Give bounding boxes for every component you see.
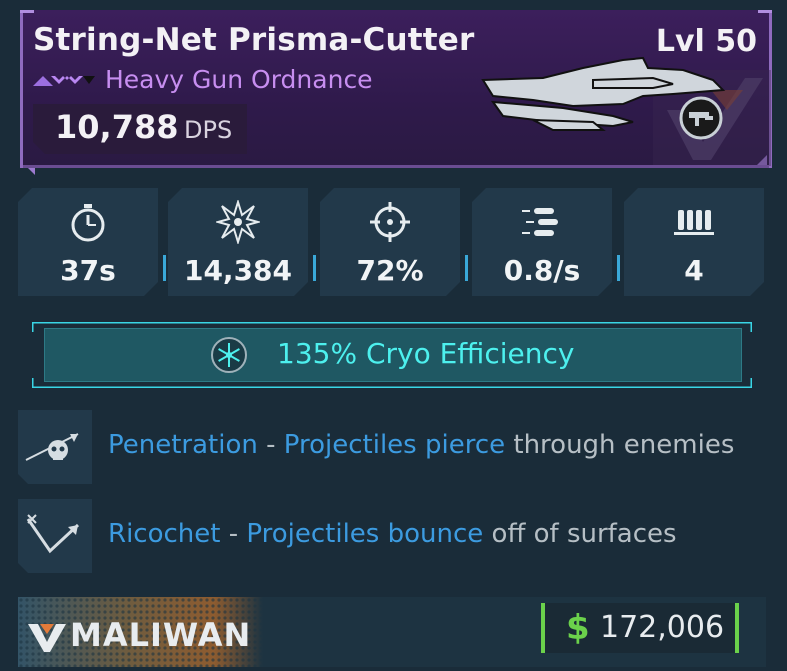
stat-box-magazine: 4: [624, 188, 764, 296]
perk-name: Ricochet: [108, 519, 221, 549]
dps-box: 10,788 DPS: [33, 104, 247, 154]
item-card: String-Net Prisma-Cutter Lvl 50 Heavy Gu…: [0, 0, 787, 671]
stat-box-damage: 14,384: [168, 188, 308, 296]
rarity-chevrons-icon: [33, 76, 95, 86]
weapon-name: String-Net Prisma-Cutter: [33, 22, 475, 58]
stat-separator: [617, 255, 620, 281]
element-efficiency: 135% Cryo Efficiency: [277, 337, 575, 370]
header-corner-left: [20, 10, 34, 27]
perk-icon-box: [18, 499, 92, 573]
perk-name: Penetration: [108, 430, 258, 460]
stat-separator: [163, 255, 166, 281]
bullets-icon: [520, 200, 564, 244]
dps-value: 10,788: [55, 108, 179, 146]
stat-box-accuracy: 72%: [320, 188, 460, 296]
penetration-skull-icon: [22, 416, 88, 478]
stat-value: 4: [684, 254, 704, 287]
currency-icon: $: [566, 608, 590, 648]
stat-separator: [465, 255, 468, 281]
snowflake-icon: [211, 337, 247, 373]
weapon-art-icon: [481, 56, 726, 140]
perk-icon-box: [18, 410, 92, 484]
price-value: 172,006: [600, 610, 725, 645]
stat-value: 14,384: [183, 254, 293, 287]
perk-description: Ricochet - Projectiles bounce off of sur…: [108, 519, 677, 549]
header-corner-triangle-left: [25, 165, 35, 175]
stat-value: 37s: [60, 254, 116, 287]
weapon-type: Heavy Gun Ordnance: [105, 65, 373, 94]
dps-unit: DPS: [184, 116, 233, 144]
perk-separator: -: [257, 430, 284, 460]
maliwan-logo-icon: [28, 624, 66, 652]
ricochet-arrow-icon: [22, 505, 88, 567]
stat-separator: [313, 255, 316, 281]
stat-box-duration: 37s: [18, 188, 158, 296]
perk-text: through enemies: [505, 430, 735, 460]
perk-separator: -: [220, 519, 247, 549]
stat-value: 0.8/s: [503, 254, 581, 287]
ammo-magazine-icon: [672, 200, 716, 244]
manufacturer-name: MALIWAN: [70, 616, 252, 654]
stat-box-fire-rate: 0.8/s: [472, 188, 612, 296]
stopwatch-icon: [66, 200, 110, 244]
perk-highlight: Projectiles pierce: [283, 430, 506, 460]
stat-value: 72%: [356, 254, 424, 287]
perk-highlight: Projectiles bounce: [246, 519, 484, 549]
item-header: String-Net Prisma-Cutter Lvl 50 Heavy Gu…: [20, 10, 772, 175]
perk-description: Penetration - Projectiles pierce through…: [108, 430, 734, 460]
explosion-icon: [216, 200, 260, 244]
header-corner-right: [758, 10, 772, 27]
crosshair-icon: [368, 200, 412, 244]
perk-text: off of surfaces: [483, 519, 677, 549]
